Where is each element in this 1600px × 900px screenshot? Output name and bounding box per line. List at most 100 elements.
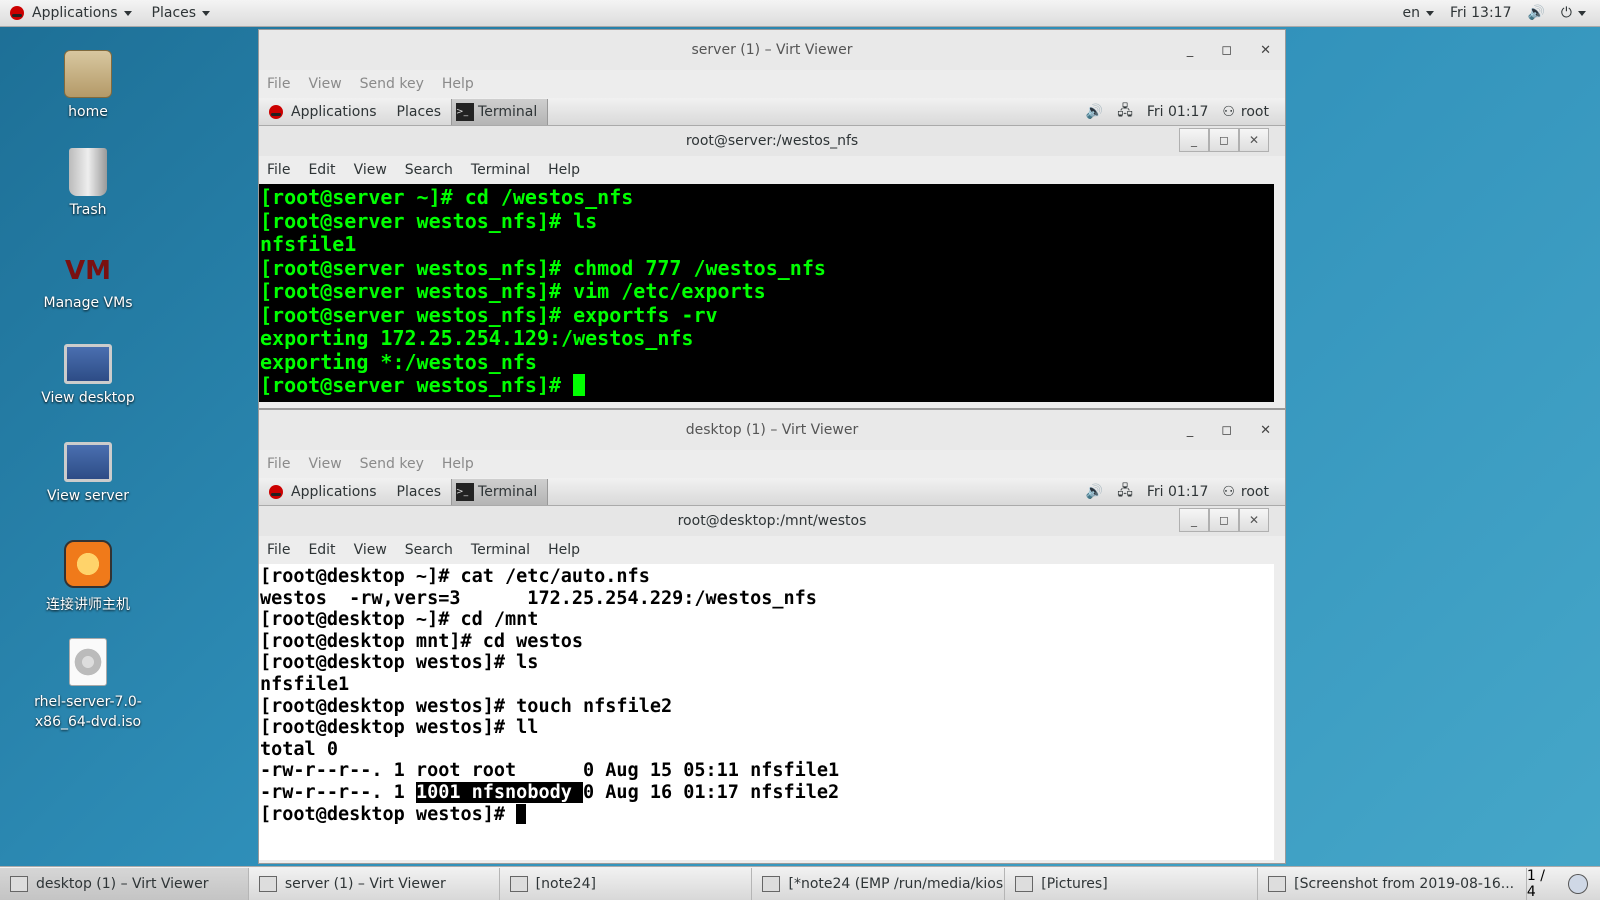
- language-indicator[interactable]: en: [1403, 5, 1434, 21]
- guest-user-menu[interactable]: ⚇ root: [1222, 484, 1269, 500]
- close-icon[interactable]: ✕: [1239, 128, 1269, 152]
- guest-applications-menu[interactable]: Applications: [259, 484, 387, 500]
- window-titlebar[interactable]: server (1) – Virt Viewer _ ◻ ✕: [259, 30, 1285, 70]
- terminal-line: [root@server westos_nfs]# vim /etc/expor…: [260, 279, 766, 303]
- line-prefix: -rw-r--r--. 1: [260, 781, 416, 803]
- terminal-prompt: [root@desktop westos]#: [260, 803, 517, 825]
- power-icon[interactable]: ⏻: [1561, 5, 1586, 21]
- desktop-terminal-output[interactable]: [root@desktop ~]# cat /etc/auto.nfs westo…: [259, 564, 1274, 860]
- terminal-line: [root@server ~]# cd /westos_nfs: [260, 185, 634, 209]
- close-icon[interactable]: ✕: [1239, 508, 1269, 532]
- task-label: server (1) – Virt Viewer: [284, 876, 446, 892]
- minimize-icon[interactable]: _: [1179, 128, 1209, 152]
- desktop-icon-view-server[interactable]: View server: [28, 442, 148, 504]
- task-screenshot[interactable]: [Screenshot from 2019-08-16...: [1258, 868, 1527, 900]
- window-titlebar[interactable]: desktop (1) – Virt Viewer _ ◻ ✕: [259, 410, 1285, 450]
- terminal-line: [root@desktop westos]# ll: [260, 717, 539, 739]
- menu-help[interactable]: Help: [548, 542, 580, 558]
- menu-edit[interactable]: Edit: [308, 542, 335, 558]
- monitor-icon: [64, 344, 112, 384]
- desktop-icon-trash[interactable]: Trash: [28, 148, 148, 218]
- menu-view[interactable]: View: [354, 162, 387, 178]
- volume-icon[interactable]: 🔊: [1086, 104, 1103, 120]
- desktop-icon-connect[interactable]: 连接讲师主机: [28, 540, 148, 614]
- home-folder-icon: [64, 50, 112, 98]
- menu-terminal[interactable]: Terminal: [471, 162, 530, 178]
- viewer-menubar: File View Send key Help: [259, 450, 1285, 478]
- terminal-line: nfsfile1: [260, 232, 357, 256]
- task-note24[interactable]: [note24]: [500, 868, 753, 900]
- places-menu[interactable]: Places: [142, 0, 221, 27]
- terminal-titlebar[interactable]: root@server:/westos_nfs _ ◻ ✕: [259, 126, 1285, 156]
- guest-terminal-task[interactable]: >_ Terminal: [451, 98, 549, 125]
- menu-terminal[interactable]: Terminal: [471, 542, 530, 558]
- desktop-icon-iso[interactable]: rhel-server-7.0-x86_64-dvd.iso: [28, 638, 148, 732]
- menu-help[interactable]: Help: [548, 162, 580, 178]
- terminal-titlebar[interactable]: root@desktop:/mnt/westos _ ◻ ✕: [259, 506, 1285, 536]
- task-pictures[interactable]: [Pictures]: [1005, 868, 1259, 900]
- task-desktop-viewer[interactable]: desktop (1) – Virt Viewer: [0, 868, 249, 900]
- user-icon: ⚇: [1222, 483, 1235, 500]
- minimize-icon[interactable]: _: [1187, 43, 1194, 58]
- menu-help[interactable]: Help: [442, 76, 474, 92]
- minimize-icon[interactable]: _: [1187, 423, 1194, 438]
- clock[interactable]: Fri 13:17: [1450, 5, 1511, 21]
- menu-file[interactable]: File: [267, 162, 290, 178]
- network-icon[interactable]: 🖧: [1117, 100, 1133, 124]
- network-icon[interactable]: 🖧: [1117, 480, 1133, 504]
- guest-places-menu[interactable]: Places: [387, 104, 452, 120]
- applications-menu[interactable]: Applications: [0, 0, 142, 27]
- menu-search[interactable]: Search: [405, 542, 453, 558]
- terminal-title: root@server:/westos_nfs: [685, 133, 859, 149]
- menu-view[interactable]: View: [308, 456, 341, 472]
- close-icon[interactable]: ✕: [1260, 423, 1271, 438]
- selected-text[interactable]: 1001 nfsnobody: [415, 781, 584, 803]
- maximize-icon[interactable]: ◻: [1209, 508, 1239, 532]
- terminal-line: westos -rw,vers=3 172.25.254.229:/westos…: [260, 587, 817, 609]
- terminal-prompt-line: [root@desktop westos]#: [260, 803, 1274, 826]
- guest-clock[interactable]: Fri 01:17: [1147, 484, 1208, 500]
- redhat-logo-icon: [10, 6, 24, 20]
- desktop-icon-home[interactable]: home: [28, 50, 148, 120]
- top-panel: Applications Places en Fri 13:17 🔊 ⏻: [0, 0, 1600, 27]
- task-label: desktop (1) – Virt Viewer: [36, 876, 209, 892]
- guest-top-panel: Applications Places >_ Terminal 🔊 🖧 Fri …: [259, 98, 1285, 126]
- terminal-line: [root@desktop westos]# ls: [260, 652, 539, 674]
- desktop-icon-view-desktop[interactable]: View desktop: [28, 344, 148, 406]
- minimize-icon[interactable]: _: [1179, 508, 1209, 532]
- menu-help[interactable]: Help: [442, 456, 474, 472]
- close-icon[interactable]: ✕: [1260, 43, 1271, 58]
- server-terminal-output[interactable]: [root@server ~]# cd /westos_nfs [root@ser…: [259, 184, 1274, 402]
- menu-search[interactable]: Search: [405, 162, 453, 178]
- guest-user-menu[interactable]: ⚇ root: [1222, 104, 1269, 120]
- guest-applications-menu[interactable]: Applications: [259, 104, 387, 120]
- terminal-line: [root@desktop mnt]# cd westos: [260, 630, 584, 652]
- redhat-logo-icon: [269, 104, 283, 119]
- menu-view[interactable]: View: [308, 76, 341, 92]
- menu-file[interactable]: File: [267, 456, 290, 472]
- desktop-icon-manage-vms[interactable]: VM Manage VMs: [28, 253, 148, 311]
- maximize-icon[interactable]: ◻: [1221, 43, 1232, 58]
- task-server-viewer[interactable]: server (1) – Virt Viewer: [249, 868, 500, 900]
- maximize-icon[interactable]: ◻: [1221, 423, 1232, 438]
- terminal-line: total 0: [260, 738, 338, 760]
- guest-clock[interactable]: Fri 01:17: [1147, 104, 1208, 120]
- guest-terminal-task[interactable]: >_ Terminal: [451, 478, 549, 505]
- terminal-line: [root@server westos_nfs]# chmod 777 /wes…: [260, 255, 826, 280]
- chevron-down-icon: [202, 10, 211, 16]
- guest-places-menu[interactable]: Places: [387, 484, 452, 500]
- menu-edit[interactable]: Edit: [308, 162, 335, 178]
- monitor-icon: [10, 876, 28, 892]
- menu-file[interactable]: File: [267, 76, 290, 92]
- menu-send-key[interactable]: Send key: [360, 456, 424, 472]
- menu-file[interactable]: File: [267, 542, 290, 558]
- redhat-logo-icon: [269, 484, 283, 499]
- volume-icon[interactable]: 🔊: [1527, 5, 1544, 21]
- workspace-switcher[interactable]: 1 / 4: [1527, 867, 1600, 900]
- menu-view[interactable]: View: [354, 542, 387, 558]
- volume-icon[interactable]: 🔊: [1086, 484, 1103, 500]
- task-note24-edit[interactable]: [*note24 (EMP /run/media/kiosk...: [752, 868, 1006, 900]
- menu-send-key[interactable]: Send key: [360, 76, 424, 92]
- terminal-menubar: File Edit View Search Terminal Help: [259, 536, 1285, 564]
- maximize-icon[interactable]: ◻: [1209, 128, 1239, 152]
